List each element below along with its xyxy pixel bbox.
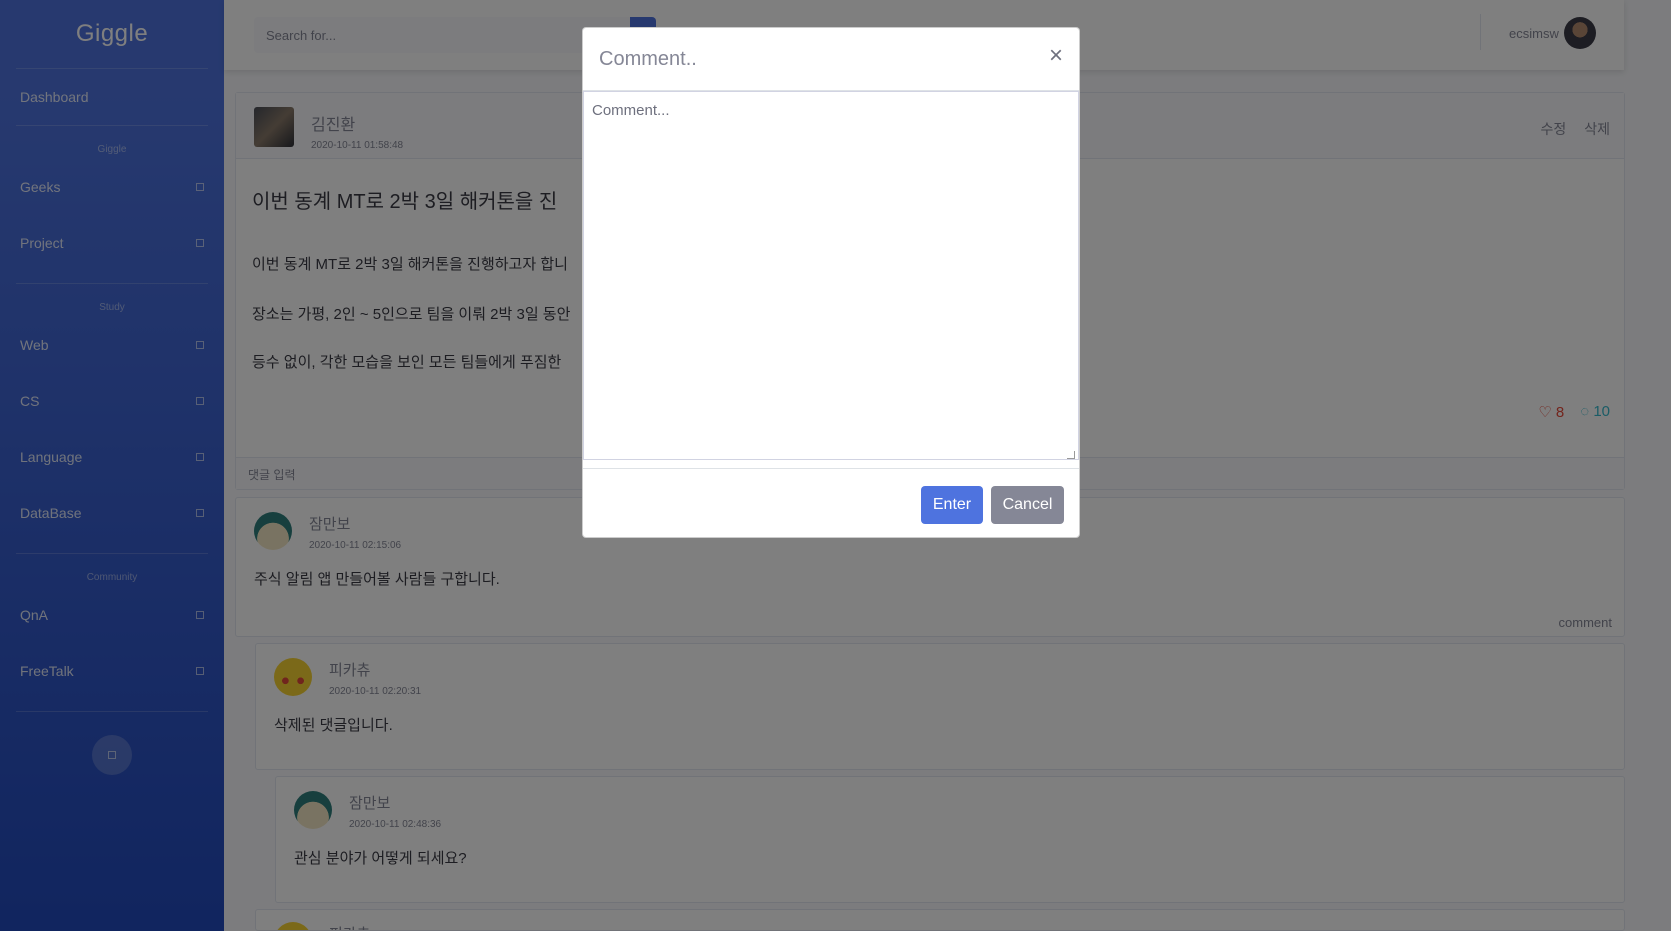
close-icon[interactable]: ×: [1049, 44, 1063, 68]
modal-title: Comment..: [599, 48, 697, 70]
resize-handle-icon[interactable]: [1067, 451, 1075, 459]
enter-button[interactable]: Enter: [921, 486, 983, 524]
comment-modal: Comment.. × Comment... Enter Cancel: [582, 27, 1080, 538]
comment-textarea[interactable]: Comment...: [583, 91, 1079, 460]
modal-footer: Enter Cancel: [583, 468, 1079, 538]
modal-header: Comment.. ×: [583, 28, 1079, 91]
cancel-button[interactable]: Cancel: [991, 486, 1064, 524]
